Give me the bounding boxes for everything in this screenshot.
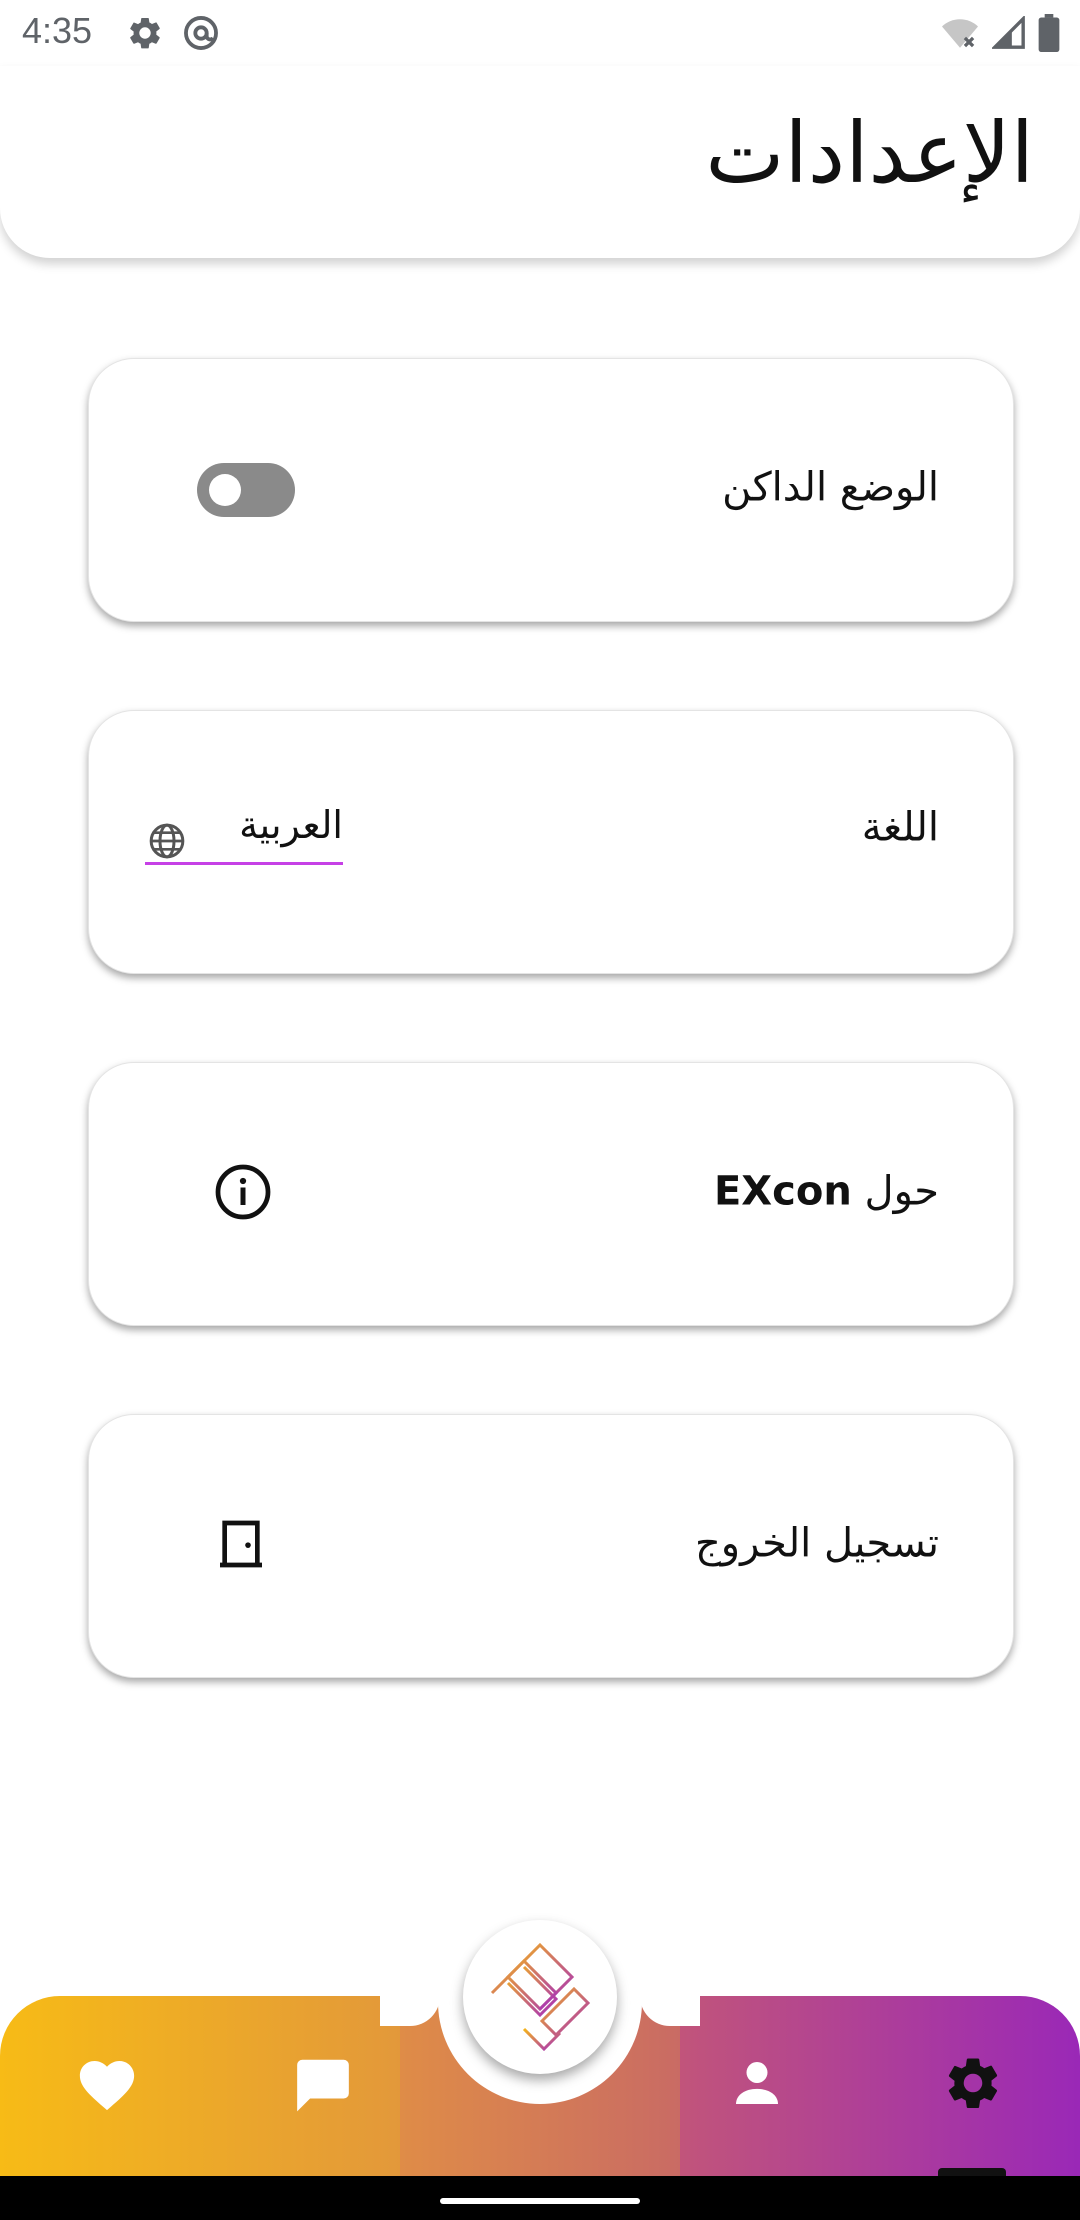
language-select[interactable]: العربية [145, 803, 343, 865]
page-title: الإعدادات [705, 104, 1034, 202]
nav-profile[interactable] [722, 2050, 792, 2120]
globe-icon [147, 821, 187, 865]
chat-icon [292, 2052, 354, 2118]
logout-card[interactable]: تسجيل الخروج [88, 1414, 1014, 1678]
person-icon [729, 2055, 785, 2115]
nav-messages[interactable] [288, 2050, 358, 2120]
language-card: اللغة العربية [88, 710, 1014, 974]
home-logo-button[interactable] [463, 1920, 617, 2074]
language-label: اللغة [861, 804, 939, 851]
battery-icon [1038, 14, 1060, 56]
at-sign-icon [182, 14, 220, 56]
about-label-prefix: حول [864, 1168, 939, 1215]
gear-icon [942, 2052, 1004, 2118]
home-gesture-pill[interactable] [440, 2198, 640, 2204]
dark-mode-card: الوضع الداكن [88, 358, 1014, 622]
status-bar: 4:35 [0, 0, 1080, 66]
language-select-value: العربية [239, 803, 343, 847]
dark-mode-toggle[interactable] [197, 463, 295, 517]
dark-mode-label: الوضع الداكن [722, 464, 939, 511]
nav-settings[interactable] [938, 2050, 1008, 2120]
app-header: الإعدادات [0, 66, 1080, 258]
status-time: 4:35 [22, 10, 93, 51]
heart-icon [76, 2054, 138, 2116]
about-label: حول EXcon [714, 1169, 939, 1215]
settings-icon [126, 14, 164, 56]
logo-icon [484, 1939, 596, 2055]
toggle-knob [209, 474, 241, 506]
nav-active-indicator [938, 2168, 1006, 2176]
system-nav-bar [0, 2176, 1080, 2220]
about-card[interactable]: حول EXcon [88, 1062, 1014, 1326]
nav-favorites[interactable] [72, 2050, 142, 2120]
logout-label: تسجيل الخروج [694, 1520, 939, 1567]
signal-icon [990, 14, 1026, 54]
about-label-brand: EXcon [713, 1168, 852, 1215]
info-icon [213, 1162, 273, 1226]
door-icon [213, 1516, 269, 1576]
wifi-off-icon [940, 15, 980, 55]
